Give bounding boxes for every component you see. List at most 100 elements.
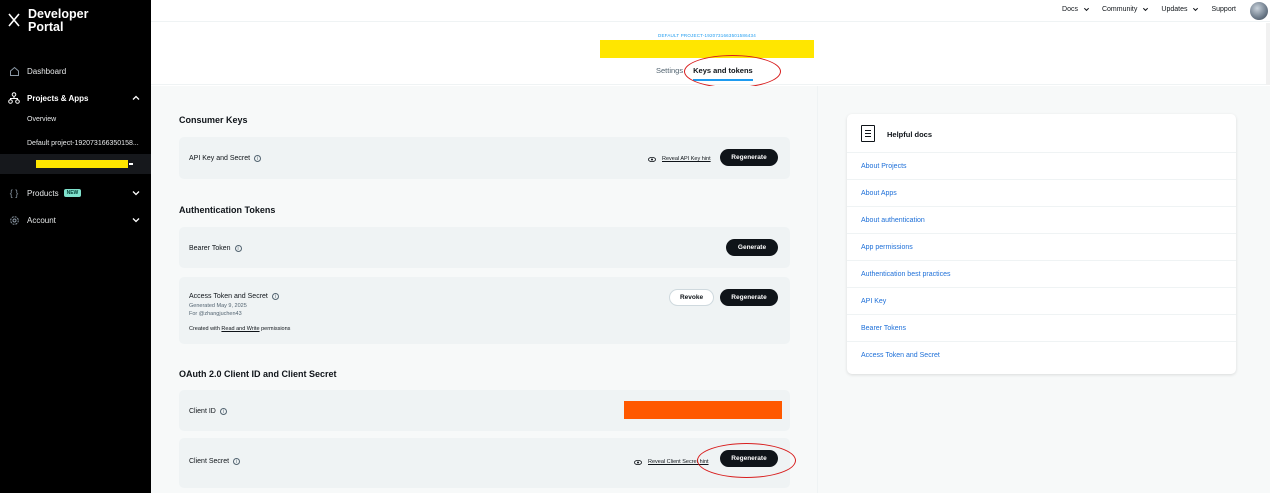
- permission-link[interactable]: Read and Write: [221, 326, 259, 332]
- project-header: DEFAULT PROJECT-1920731663501586434 Sett…: [151, 23, 1270, 88]
- helpful-docs-title: Helpful docs: [887, 130, 933, 139]
- doc-link[interactable]: Access Token and Secret: [847, 342, 1236, 369]
- section-title-oauth2: OAuth 2.0 Client ID and Client Secret: [179, 369, 337, 379]
- tab-bar: Settings Keys and tokens: [656, 66, 753, 81]
- doc-link-label[interactable]: About Projects: [861, 163, 907, 170]
- sidebar: Developer Portal Dashboard Projects & Ap…: [0, 0, 151, 493]
- card-label: API Key and Secret: [189, 155, 251, 162]
- sidebar-item-label: Products: [27, 188, 59, 198]
- perm-prefix: Created with: [189, 326, 220, 332]
- active-indicator: [129, 163, 133, 165]
- nav-support[interactable]: Support: [1211, 6, 1236, 13]
- section-title-consumer-keys: Consumer Keys: [179, 115, 248, 125]
- chevron-down-icon: [1193, 7, 1199, 12]
- token-owner: For @zhangjuchen43: [189, 311, 242, 317]
- info-icon[interactable]: i: [254, 155, 262, 162]
- chevron-down-icon: [132, 191, 140, 196]
- doc-link[interactable]: About Apps: [847, 180, 1236, 207]
- doc-link-label[interactable]: App permissions: [861, 244, 913, 251]
- sidebar-item-products[interactable]: { } Products NEW: [0, 181, 151, 205]
- doc-link-label[interactable]: About authentication: [861, 217, 925, 224]
- sidebar-item-projects-apps[interactable]: Projects & Apps: [0, 86, 151, 110]
- section-title-auth-tokens: Authentication Tokens: [179, 205, 276, 215]
- chevron-up-icon: [132, 95, 140, 100]
- nav-label: Updates: [1161, 6, 1188, 13]
- eye-icon: [634, 459, 642, 465]
- doc-link-label[interactable]: About Apps: [861, 190, 897, 197]
- doc-link[interactable]: Authentication best practices: [847, 261, 1236, 288]
- avatar[interactable]: [1250, 2, 1268, 20]
- doc-link-label[interactable]: API Key: [861, 298, 886, 305]
- perm-suffix: permissions: [261, 326, 291, 332]
- regenerate-api-key-button[interactable]: Regenerate: [720, 149, 778, 166]
- chevron-down-icon: [1143, 7, 1149, 12]
- nav-label: Community: [1101, 6, 1138, 13]
- doc-link[interactable]: About Projects: [847, 153, 1236, 180]
- reveal-link[interactable]: Reveal API Key hint: [662, 156, 711, 162]
- sidebar-item-account[interactable]: Account: [0, 208, 151, 232]
- info-icon[interactable]: i: [233, 458, 241, 465]
- sidebar-item-overview[interactable]: Overview: [27, 116, 56, 123]
- card-label: Access Token and Secret: [189, 293, 268, 300]
- sidebar-item-label: Dashboard: [27, 66, 67, 76]
- brand-title: Developer Portal: [28, 7, 89, 34]
- chevron-down-icon: [132, 218, 140, 223]
- card-access-token: Access Token and Secret i Generated May 9…: [179, 277, 790, 344]
- project-id: DEFAULT PROJECT-1920731663501586434: [658, 33, 756, 38]
- info-icon[interactable]: i: [271, 293, 279, 300]
- chevron-down-icon: [1083, 7, 1090, 12]
- card-api-key: API Key and Secret i Reveal API Key hint …: [179, 137, 790, 179]
- reveal-link[interactable]: Reveal Client Secret hint: [648, 459, 709, 465]
- generated-date: Generated May 9, 2025: [189, 303, 247, 309]
- redaction-block: [624, 401, 782, 419]
- regenerate-client-secret-button[interactable]: Regenerate: [720, 450, 778, 467]
- doc-link[interactable]: App permissions: [847, 234, 1236, 261]
- scrollbar[interactable]: [1266, 23, 1270, 85]
- home-icon: [8, 65, 20, 77]
- sidebar-item-label: Account: [27, 215, 56, 225]
- doc-link[interactable]: API Key: [847, 288, 1236, 315]
- permission-note: Created with Read and Write permissions: [189, 326, 290, 332]
- top-nav: Docs Community Updates Support: [1062, 6, 1236, 13]
- regenerate-access-token-button[interactable]: Regenerate: [720, 289, 778, 306]
- doc-link[interactable]: Bearer Tokens: [847, 315, 1236, 342]
- doc-link-label[interactable]: Bearer Tokens: [861, 325, 906, 332]
- doc-link[interactable]: About authentication: [847, 207, 1236, 234]
- right-panel: Helpful docs About Projects About Apps A…: [817, 86, 1270, 493]
- nav-label: Docs: [1062, 6, 1078, 13]
- info-icon[interactable]: i: [219, 408, 227, 415]
- braces-icon: { }: [9, 188, 19, 198]
- card-label: Client ID: [189, 408, 216, 415]
- brand[interactable]: Developer Portal: [8, 8, 98, 34]
- doc-link-label[interactable]: Access Token and Secret: [861, 352, 940, 359]
- sidebar-item-default-project[interactable]: Default project-192073166350158...: [27, 140, 139, 147]
- main-content: Consumer Keys API Key and Secret i Reveal…: [151, 86, 817, 493]
- nav-docs[interactable]: Docs: [1062, 6, 1090, 13]
- new-badge: NEW: [63, 189, 82, 198]
- gear-icon: [8, 214, 20, 226]
- card-label: Bearer Token: [189, 245, 231, 252]
- redaction-block: [600, 40, 814, 58]
- sidebar-item-dashboard[interactable]: Dashboard: [0, 59, 151, 83]
- tab-settings[interactable]: Settings: [656, 66, 683, 81]
- info-icon[interactable]: i: [234, 245, 242, 252]
- doc-link-label[interactable]: Authentication best practices: [861, 271, 951, 278]
- helpful-docs-card: Helpful docs About Projects About Apps A…: [847, 114, 1236, 374]
- reveal-api-key[interactable]: Reveal API Key hint: [648, 156, 711, 162]
- card-client-id: Client ID i: [179, 390, 790, 431]
- revoke-button[interactable]: Revoke: [669, 289, 714, 306]
- projects-icon: [8, 92, 20, 104]
- reveal-client-secret[interactable]: Reveal Client Secret hint: [634, 459, 709, 465]
- nav-updates[interactable]: Updates: [1161, 6, 1199, 13]
- nav-label: Support: [1211, 6, 1236, 13]
- helpful-docs-header: Helpful docs: [847, 114, 1236, 153]
- document-icon: [861, 125, 875, 142]
- generate-bearer-button[interactable]: Generate: [726, 239, 778, 256]
- tab-keys-and-tokens[interactable]: Keys and tokens: [693, 66, 753, 81]
- sidebar-item-label: Projects & Apps: [27, 93, 89, 103]
- eye-icon: [648, 156, 656, 162]
- nav-community[interactable]: Community: [1102, 6, 1149, 13]
- card-label: Client Secret: [189, 458, 230, 465]
- card-client-secret: Client Secret i Reveal Client Secret hint…: [179, 438, 790, 488]
- top-bar: Docs Community Updates Support: [151, 0, 1270, 22]
